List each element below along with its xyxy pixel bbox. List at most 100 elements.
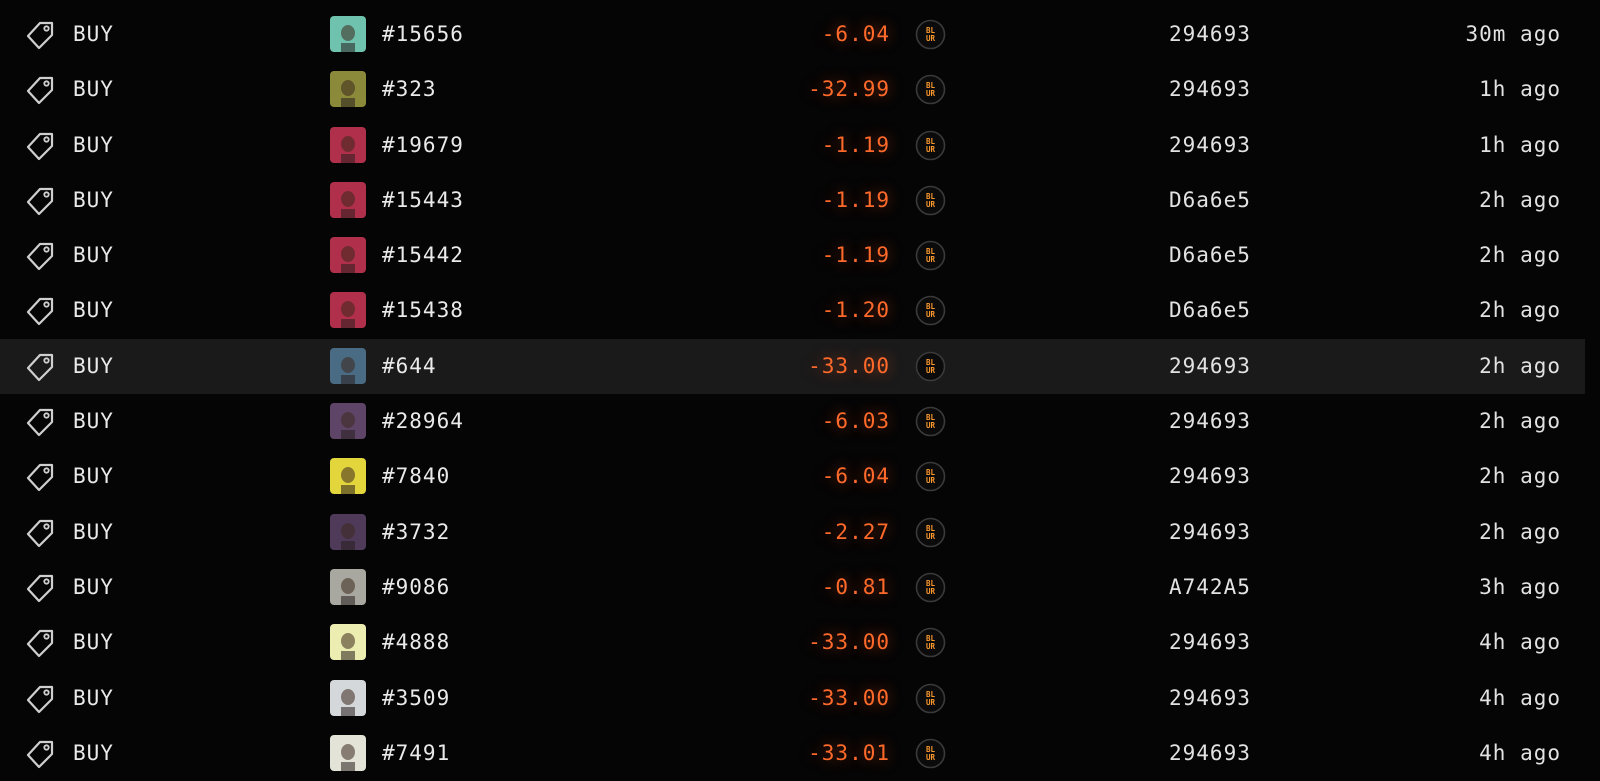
sale-price: -1.19 (821, 187, 890, 212)
sale-price: -2.27 (821, 519, 890, 544)
activity-row[interactable]: BUY #644 -33.00 BL UR 294693 2h ago (0, 338, 1585, 395)
token-id[interactable]: #7840 (382, 449, 450, 504)
buyer-address[interactable]: 294693 (1169, 505, 1251, 560)
svg-text:UR: UR (926, 34, 936, 43)
buyer-address[interactable]: 294693 (1169, 671, 1251, 726)
timestamp: 4h ago (1479, 630, 1561, 655)
price-tag-icon (24, 572, 56, 604)
nft-thumbnail[interactable] (330, 403, 366, 440)
token-id[interactable]: #323 (382, 62, 437, 117)
token-id[interactable]: #9086 (382, 560, 450, 615)
svg-text:UR: UR (926, 476, 936, 485)
token-id[interactable]: #3732 (382, 505, 450, 560)
token-id[interactable]: #4888 (382, 615, 450, 670)
action-label: BUY (73, 409, 114, 434)
nft-thumbnail[interactable] (330, 734, 366, 771)
activity-row[interactable]: BUY #15656 -6.04 BL UR 294693 30m ago (0, 7, 1585, 62)
price-tag-icon (24, 406, 56, 438)
activity-row[interactable]: BUY #9086 -0.81 BL UR A742A5 3h ago (0, 560, 1585, 615)
nft-thumbnail[interactable] (330, 568, 366, 605)
sale-price: -6.03 (821, 409, 890, 434)
buyer-address[interactable]: 294693 (1169, 339, 1251, 394)
action-label: BUY (73, 22, 114, 46)
timestamp: 30m ago (1465, 22, 1561, 46)
sale-price: -33.01 (808, 740, 890, 765)
nft-thumbnail[interactable] (330, 624, 366, 661)
blur-coin-icon: BL UR (915, 295, 946, 326)
buyer-address[interactable]: 294693 (1169, 449, 1251, 504)
svg-text:UR: UR (926, 642, 936, 651)
buyer-address[interactable]: 294693 (1169, 394, 1251, 449)
token-id[interactable]: #28964 (382, 394, 464, 449)
activity-row[interactable]: BUY #323 -32.99 BL UR 294693 1h ago (0, 62, 1585, 117)
action-label: BUY (73, 464, 114, 489)
activity-row[interactable]: BUY #15442 -1.19 BL UR D6a6e5 2h ago (0, 228, 1585, 283)
activity-row[interactable]: BUY #15443 -1.19 BL UR D6a6e5 2h ago (0, 173, 1585, 228)
buyer-address[interactable]: 294693 (1169, 726, 1251, 781)
action-label: BUY (73, 519, 114, 544)
timestamp: 4h ago (1479, 685, 1561, 710)
sale-price: -33.00 (808, 630, 890, 655)
timestamp: 2h ago (1479, 464, 1561, 489)
token-id[interactable]: #15442 (382, 228, 464, 283)
nft-thumbnail[interactable] (330, 347, 366, 384)
token-id[interactable]: #7491 (382, 726, 450, 781)
sale-price: -6.04 (821, 22, 890, 46)
blur-coin-icon: BL UR (915, 240, 946, 271)
token-id[interactable]: #644 (382, 339, 437, 394)
token-id[interactable]: #19679 (382, 118, 464, 173)
blur-coin-icon: BL UR (915, 461, 946, 492)
activity-row[interactable]: BUY #28964 -6.03 BL UR 294693 2h ago (0, 394, 1585, 449)
sale-price: -33.00 (808, 353, 890, 378)
buyer-address[interactable]: 294693 (1169, 118, 1251, 173)
nft-thumbnail[interactable] (330, 126, 366, 163)
nft-thumbnail[interactable] (330, 513, 366, 550)
activity-row[interactable]: BUY #7491 -33.01 BL UR 294693 4h ago (0, 726, 1585, 781)
blur-coin-icon: BL UR (915, 406, 946, 437)
buyer-address[interactable]: A742A5 (1169, 560, 1251, 615)
buyer-address[interactable]: 294693 (1169, 62, 1251, 117)
svg-text:UR: UR (926, 698, 936, 707)
activity-row[interactable]: BUY #19679 -1.19 BL UR 294693 1h ago (0, 118, 1585, 173)
buyer-address[interactable]: D6a6e5 (1169, 228, 1251, 283)
action-label: BUY (73, 132, 114, 157)
token-id[interactable]: #3509 (382, 671, 450, 726)
blur-coin-icon: BL UR (915, 185, 946, 216)
nft-thumbnail[interactable] (330, 292, 366, 329)
activity-row[interactable]: BUY #4888 -33.00 BL UR 294693 4h ago (0, 615, 1585, 670)
nft-thumbnail[interactable] (330, 71, 366, 108)
svg-text:UR: UR (926, 587, 936, 596)
buyer-address[interactable]: D6a6e5 (1169, 283, 1251, 338)
buyer-address[interactable]: D6a6e5 (1169, 173, 1251, 228)
timestamp: 4h ago (1479, 740, 1561, 765)
activity-row[interactable]: BUY #7840 -6.04 BL UR 294693 2h ago (0, 449, 1585, 504)
nft-thumbnail[interactable] (330, 237, 366, 274)
action-label: BUY (73, 243, 114, 268)
nft-thumbnail[interactable] (330, 16, 366, 52)
blur-coin-icon: BL UR (915, 19, 946, 50)
activity-row[interactable]: BUY #3509 -33.00 BL UR 294693 4h ago (0, 671, 1585, 726)
price-tag-icon (24, 738, 56, 770)
token-id[interactable]: #15656 (382, 7, 464, 62)
nft-thumbnail[interactable] (330, 458, 366, 495)
buyer-address[interactable]: 294693 (1169, 7, 1251, 62)
activity-row[interactable]: BUY #3732 -2.27 BL UR 294693 2h ago (0, 505, 1585, 560)
svg-text:UR: UR (926, 89, 936, 98)
blur-coin-icon: BL UR (915, 351, 946, 382)
timestamp: 2h ago (1479, 353, 1561, 378)
price-tag-icon (24, 517, 56, 549)
price-tag-icon (24, 19, 56, 51)
price-tag-icon (24, 295, 56, 327)
svg-text:UR: UR (926, 532, 936, 541)
token-id[interactable]: #15443 (382, 173, 464, 228)
timestamp: 2h ago (1479, 243, 1561, 268)
token-id[interactable]: #15438 (382, 283, 464, 338)
nft-thumbnail[interactable] (330, 181, 366, 218)
action-label: BUY (73, 740, 114, 765)
action-label: BUY (73, 77, 114, 102)
blur-coin-icon: BL UR (915, 74, 946, 105)
blur-coin-icon: BL UR (915, 517, 946, 548)
nft-thumbnail[interactable] (330, 679, 366, 716)
buyer-address[interactable]: 294693 (1169, 615, 1251, 670)
activity-row[interactable]: BUY #15438 -1.20 BL UR D6a6e5 2h ago (0, 283, 1585, 338)
